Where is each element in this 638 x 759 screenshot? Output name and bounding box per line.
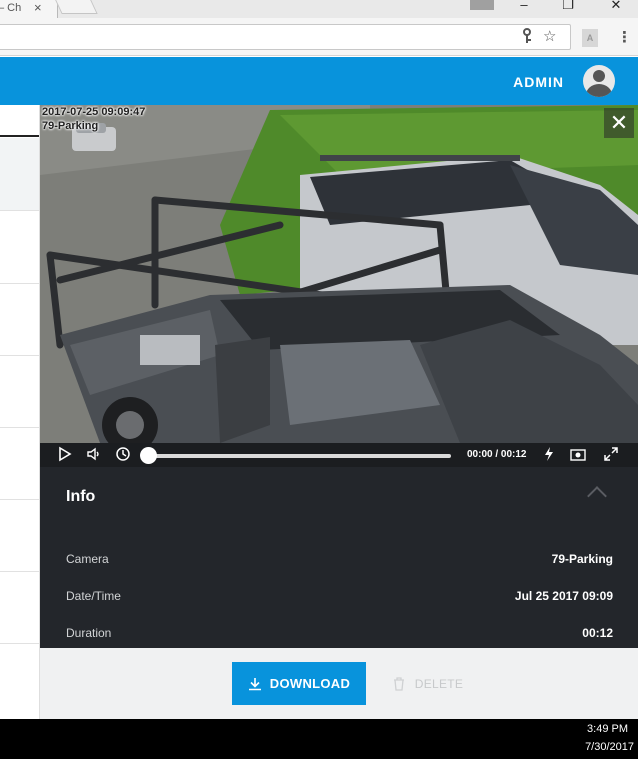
datetime-label: Date/Time	[66, 589, 121, 603]
user-menu-label[interactable]: ADMIN	[513, 74, 564, 90]
list-item-selected[interactable]	[0, 138, 39, 210]
new-tab-button[interactable]	[54, 0, 98, 14]
profile-icon[interactable]	[470, 0, 494, 10]
download-button[interactable]: DOWNLOAD	[232, 662, 366, 705]
download-icon	[248, 677, 261, 690]
menu-icon[interactable]: ⋮	[617, 28, 632, 46]
play-icon[interactable]	[58, 446, 72, 465]
list-divider	[0, 643, 39, 644]
list-divider	[0, 355, 39, 356]
browser-toolbar: ☆	[0, 18, 638, 56]
user-avatar-icon[interactable]	[583, 65, 615, 97]
list-divider	[0, 571, 39, 572]
camera-footage	[40, 105, 638, 443]
lightning-icon[interactable]	[543, 446, 555, 465]
fullscreen-icon[interactable]	[603, 446, 619, 465]
video-overlay-camera: 79-Parking	[42, 120, 99, 132]
action-bar: DOWNLOAD DELETE	[40, 648, 638, 719]
list-divider	[0, 427, 39, 428]
browser-tab[interactable]: – Ch	[0, 0, 58, 18]
pdf-extension-icon[interactable]: A	[582, 29, 598, 47]
video-frame[interactable]: 2017-07-25 09:09:47 79-Parking ✕	[40, 105, 638, 443]
info-panel: Info Camera 79-Parking Date/Time Jul 25 …	[40, 467, 638, 648]
duration-label: Duration	[66, 626, 112, 640]
tab-title: – Ch	[0, 2, 22, 14]
trash-icon	[393, 676, 404, 691]
datetime-value: Jul 25 2017 09:09	[514, 589, 613, 603]
recordings-list	[0, 105, 40, 719]
delete-label: DELETE	[414, 676, 464, 691]
app-header: ADMIN	[0, 57, 638, 105]
close-window-icon[interactable]: ✕	[594, 0, 638, 15]
video-overlay-timestamp: 2017-07-25 09:09:47	[42, 106, 146, 118]
taskbar-date[interactable]: 7/30/2017	[585, 741, 634, 753]
info-title: Info	[66, 488, 96, 505]
volume-icon[interactable]	[86, 446, 102, 465]
list-divider	[0, 499, 39, 500]
star-icon[interactable]: ☆	[543, 27, 556, 45]
close-icon[interactable]: ✕	[604, 108, 634, 138]
maximize-icon[interactable]: ❐	[546, 0, 590, 15]
address-bar-input[interactable]: ☆	[0, 24, 571, 50]
tab-close-icon[interactable]: ×	[34, 0, 42, 15]
progress-bar[interactable]	[148, 454, 451, 458]
browser-tab-strip: – Ch × – ❐ ✕	[0, 0, 638, 18]
time-display: 00:00 / 00:12	[467, 449, 527, 460]
minimize-icon[interactable]: –	[502, 0, 546, 15]
camera-label: Camera	[66, 552, 109, 566]
duration-value: 00:12	[582, 626, 613, 640]
download-label: DOWNLOAD	[269, 676, 351, 691]
camera-value: 79-Parking	[551, 552, 613, 566]
delete-button[interactable]: DELETE	[388, 662, 468, 705]
taskbar-time[interactable]: 3:49 PM	[587, 723, 628, 735]
taskbar: 3:49 PM 7/30/2017	[0, 719, 638, 759]
snapshot-icon[interactable]	[570, 446, 586, 465]
progress-handle[interactable]	[140, 447, 157, 464]
list-divider	[0, 210, 39, 211]
list-divider	[0, 283, 39, 284]
key-icon[interactable]	[520, 28, 534, 48]
chevron-up-icon[interactable]	[587, 486, 607, 506]
player-controls: 00:00 / 00:12	[40, 443, 638, 467]
clock-icon[interactable]	[115, 446, 131, 465]
list-divider	[0, 135, 39, 137]
